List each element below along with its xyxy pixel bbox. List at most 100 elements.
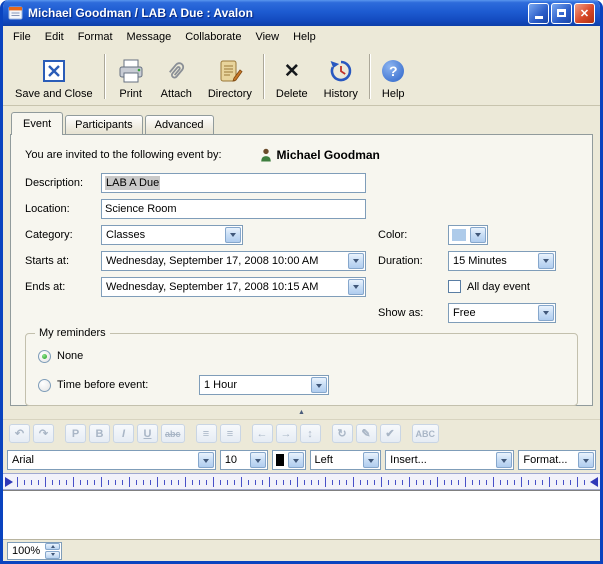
chevron-down-icon[interactable]: [363, 452, 379, 468]
paperclip-icon: [163, 57, 189, 85]
strikethrough-icon[interactable]: abc: [161, 424, 185, 443]
description-label: Description:: [25, 177, 101, 189]
pane-splitter[interactable]: ▲: [3, 406, 600, 419]
message-body[interactable]: [3, 490, 600, 539]
font-size-select[interactable]: 10: [220, 450, 268, 470]
revert-icon[interactable]: ↻: [332, 424, 353, 443]
zoom-increase-button[interactable]: [45, 543, 60, 551]
menu-item-view[interactable]: View: [248, 28, 286, 46]
close-button[interactable]: ✕: [574, 3, 595, 24]
show-as-select[interactable]: Free: [448, 303, 556, 323]
undo-icon[interactable]: ↶: [9, 424, 30, 443]
event-tab-panel: You are invited to the following event b…: [10, 134, 593, 406]
toolbar-button-label: Directory: [208, 88, 252, 100]
chevron-down-icon[interactable]: [311, 377, 327, 393]
delete-x-icon: ✕: [284, 57, 300, 85]
approve-icon[interactable]: ✔: [380, 424, 401, 443]
organizer-name: Michael Goodman: [277, 148, 380, 162]
toolbar-button-label: Attach: [161, 88, 192, 100]
tab-participants[interactable]: Participants: [65, 115, 142, 134]
category-value: Classes: [102, 229, 224, 241]
font-family-select[interactable]: Arial: [7, 450, 216, 470]
toolbar-button-label: Print: [119, 88, 142, 100]
titlebar[interactable]: Michael Goodman / LAB A Due : Avalon ✕: [3, 0, 600, 26]
plain-style-icon[interactable]: P: [65, 424, 86, 443]
bullet-list-icon[interactable]: ≡: [196, 424, 217, 443]
zoom-spinner[interactable]: [45, 543, 60, 559]
chevron-down-icon[interactable]: [288, 452, 304, 468]
invitation-row: You are invited to the following event b…: [25, 148, 578, 162]
directory-button[interactable]: Directory: [200, 50, 260, 103]
reminder-time-radio[interactable]: [38, 379, 51, 392]
chevron-down-icon[interactable]: [348, 253, 364, 269]
menu-item-help[interactable]: Help: [286, 28, 323, 46]
minimize-button[interactable]: [528, 3, 549, 24]
chevron-down-icon[interactable]: [348, 279, 364, 295]
insert-select[interactable]: Insert...: [385, 450, 514, 470]
menu-item-collaborate[interactable]: Collaborate: [178, 28, 248, 46]
numbered-list-icon[interactable]: ≡: [220, 424, 241, 443]
outdent-icon[interactable]: ←: [252, 424, 273, 443]
menu-item-message[interactable]: Message: [120, 28, 179, 46]
bold-icon[interactable]: B: [89, 424, 110, 443]
redo-icon[interactable]: ↷: [33, 424, 54, 443]
duration-label: Duration:: [378, 255, 448, 267]
ends-at-select[interactable]: Wednesday, September 17, 2008 10:15 AM: [101, 277, 366, 297]
category-label: Category:: [25, 229, 101, 241]
alignment-select[interactable]: Left: [310, 450, 382, 470]
ruler[interactable]: [3, 473, 600, 490]
menu-item-edit[interactable]: Edit: [38, 28, 71, 46]
collapse-arrow-icon[interactable]: ▲: [298, 409, 305, 416]
chevron-down-icon[interactable]: [250, 452, 266, 468]
line-spacing-icon[interactable]: ↕: [300, 424, 321, 443]
event-window: Michael Goodman / LAB A Due : Avalon ✕ F…: [0, 0, 603, 564]
ruler-right-margin-marker[interactable]: [590, 477, 598, 487]
italic-icon[interactable]: I: [113, 424, 134, 443]
show-as-label: Show as:: [378, 307, 448, 319]
tab-advanced[interactable]: Advanced: [145, 115, 214, 134]
ruler-left-margin-marker[interactable]: [5, 477, 13, 487]
directory-icon: [217, 57, 243, 85]
underline-icon[interactable]: U: [137, 424, 158, 443]
chevron-down-icon[interactable]: [496, 452, 512, 468]
reminder-time-select[interactable]: 1 Hour: [199, 375, 329, 395]
duration-select[interactable]: 15 Minutes: [448, 251, 556, 271]
all-day-checkbox[interactable]: [448, 280, 461, 293]
chevron-down-icon[interactable]: [225, 227, 241, 243]
chevron-down-icon[interactable]: [538, 253, 554, 269]
history-button[interactable]: History: [316, 50, 366, 103]
all-day-label: All day event: [467, 281, 530, 293]
toolbar-separator: [369, 54, 371, 99]
help-button[interactable]: ? Help: [374, 50, 413, 103]
maximize-button[interactable]: [551, 3, 572, 24]
print-button[interactable]: Print: [109, 50, 153, 103]
description-input[interactable]: LAB A Due: [101, 173, 366, 193]
menu-item-format[interactable]: Format: [71, 28, 120, 46]
zoom-control[interactable]: 100%: [7, 542, 62, 560]
color-label: Color:: [378, 229, 448, 241]
reminder-none-radio[interactable]: [38, 350, 51, 363]
chevron-down-icon[interactable]: [578, 452, 594, 468]
format-select[interactable]: Format...: [518, 450, 596, 470]
chevron-down-icon[interactable]: [470, 227, 486, 243]
attach-button[interactable]: Attach: [153, 50, 200, 103]
zoom-decrease-button[interactable]: [45, 551, 60, 559]
invitation-text: You are invited to the following event b…: [25, 149, 222, 161]
menu-item-file[interactable]: File: [6, 28, 38, 46]
delete-button[interactable]: ✕ Delete: [268, 50, 316, 103]
pen-icon[interactable]: ✎: [356, 424, 377, 443]
tab-strip: Event Participants Advanced: [3, 106, 600, 134]
chevron-down-icon[interactable]: [538, 305, 554, 321]
spellcheck-icon[interactable]: ABC: [412, 424, 440, 443]
tab-event[interactable]: Event: [11, 112, 63, 135]
color-select[interactable]: [448, 225, 488, 245]
starts-at-select[interactable]: Wednesday, September 17, 2008 10:00 AM: [101, 251, 366, 271]
category-select[interactable]: Classes: [101, 225, 243, 245]
main-toolbar: Save and Close Print Attach Directory ✕ …: [3, 47, 600, 106]
save-and-close-button[interactable]: Save and Close: [7, 50, 101, 103]
font-color-select[interactable]: [272, 450, 306, 470]
location-input[interactable]: Science Room: [101, 199, 366, 219]
font-family-value: Arial: [8, 454, 197, 466]
chevron-down-icon[interactable]: [198, 452, 214, 468]
indent-icon[interactable]: →: [276, 424, 297, 443]
